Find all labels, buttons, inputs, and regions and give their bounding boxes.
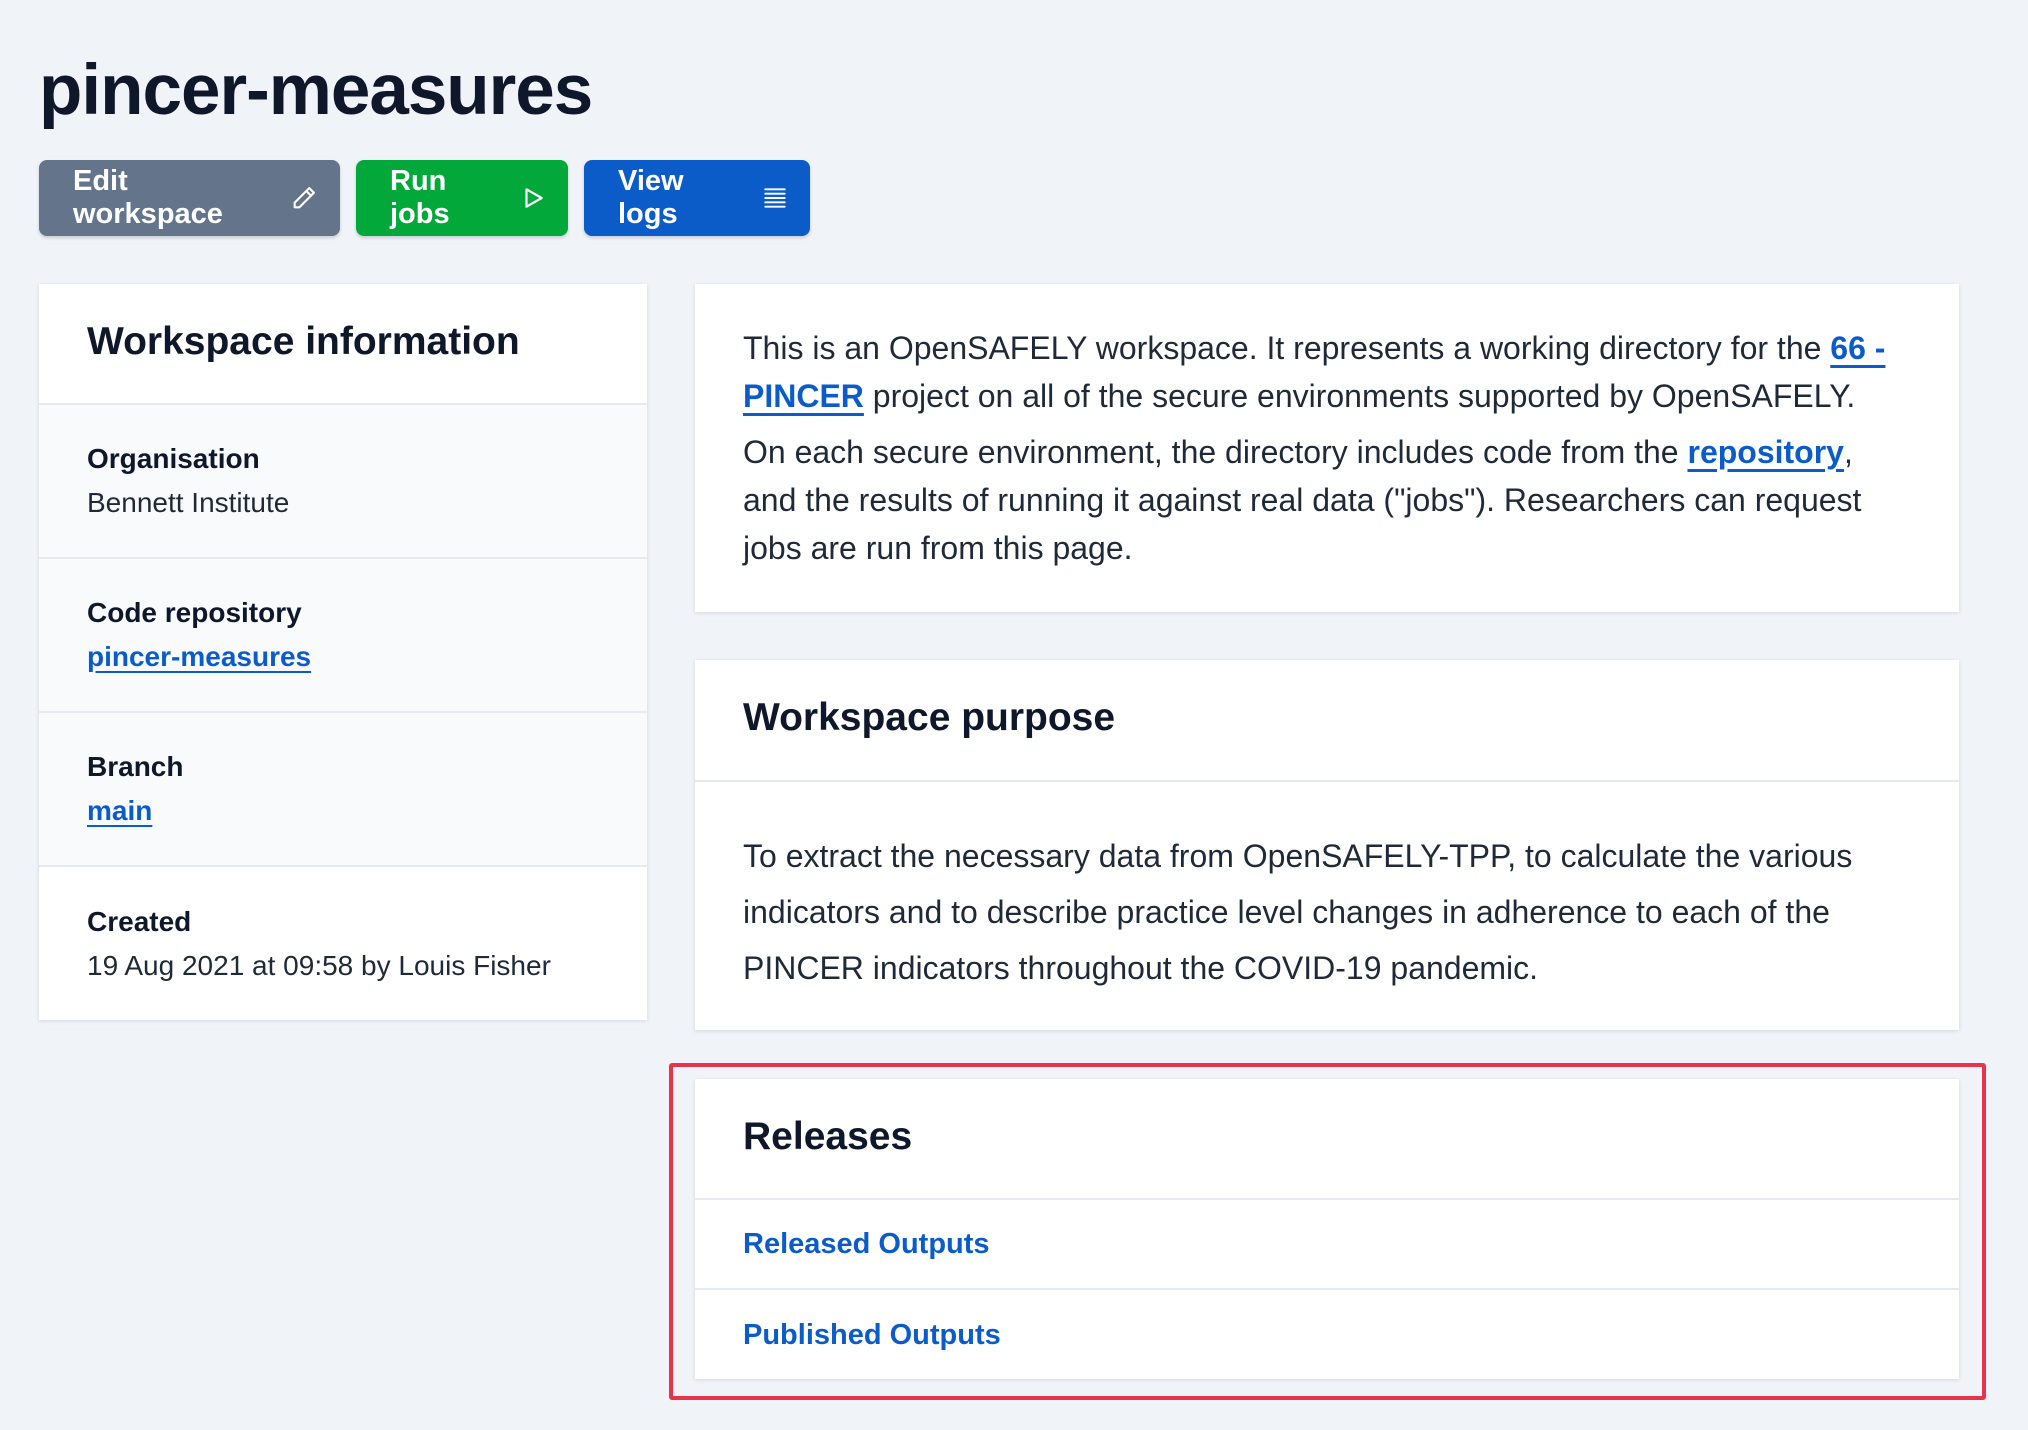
created-value: 19 Aug 2021 at 09:58 by Louis Fisher [87, 949, 551, 981]
workspace-purpose-card: Workspace purpose To extract the necessa… [695, 660, 1959, 1030]
play-icon [520, 185, 546, 211]
published-outputs-link[interactable]: Published Outputs [743, 1319, 1001, 1352]
workspace-purpose-heading: Workspace purpose [743, 696, 1116, 739]
released-outputs-row: Released Outputs [695, 1200, 1959, 1290]
pencil-icon [290, 184, 318, 212]
organisation-row: Organisation Bennett Institute [39, 405, 647, 559]
repository-link[interactable]: repository [1687, 434, 1843, 470]
organisation-value: Bennett Institute [87, 487, 290, 518]
list-icon [762, 185, 788, 211]
workspace-purpose-header: Workspace purpose [695, 660, 1959, 782]
workspace-information-card: Workspace information Organisation Benne… [39, 284, 647, 1020]
description-text: project on all of the secure environment… [863, 378, 1856, 414]
code-repository-row: Code repository pincer-measures [39, 559, 647, 713]
run-jobs-label: Run jobs [390, 165, 450, 230]
workspace-information-heading: Workspace information [87, 320, 520, 363]
edit-workspace-label: Edit workspace [73, 165, 223, 230]
code-repository-link[interactable]: pincer-measures [87, 641, 311, 672]
workspace-purpose-text: To extract the necessary data from OpenS… [743, 838, 1853, 986]
action-buttons: Edit workspace Run jobs View logs [39, 160, 810, 236]
branch-row: Branch main [39, 713, 647, 867]
run-jobs-button[interactable]: Run jobs [356, 160, 568, 236]
edit-workspace-button[interactable]: Edit workspace [39, 160, 340, 236]
view-logs-button[interactable]: View logs [584, 160, 810, 236]
workspace-information-header: Workspace information [39, 284, 647, 405]
description-paragraph-1: This is an OpenSAFELY workspace. It repr… [743, 324, 1911, 420]
code-repository-label: Code repository [87, 597, 302, 628]
releases-card: Releases Released Outputs Published Outp… [695, 1079, 1959, 1379]
released-outputs-link[interactable]: Released Outputs [743, 1228, 990, 1261]
branch-link[interactable]: main [87, 795, 152, 826]
releases-header: Releases [695, 1079, 1959, 1200]
created-row: Created 19 Aug 2021 at 09:58 by Louis Fi… [39, 867, 647, 1020]
branch-label: Branch [87, 751, 184, 782]
published-outputs-row: Published Outputs [695, 1290, 1959, 1380]
branch-value-wrap: main [87, 795, 599, 827]
description-text: This is an OpenSAFELY workspace. It repr… [743, 330, 1831, 366]
organisation-label: Organisation [87, 443, 260, 474]
code-repository-value-wrap: pincer-measures [87, 641, 599, 673]
created-label: Created [87, 905, 192, 937]
page-title: pincer-measures [39, 51, 593, 130]
description-text: On each secure environment, the director… [743, 434, 1688, 470]
description-paragraph-2: On each secure environment, the director… [743, 428, 1911, 572]
view-logs-label: View logs [618, 165, 684, 230]
releases-heading: Releases [743, 1115, 913, 1158]
workspace-description-card: This is an OpenSAFELY workspace. It repr… [695, 284, 1959, 612]
